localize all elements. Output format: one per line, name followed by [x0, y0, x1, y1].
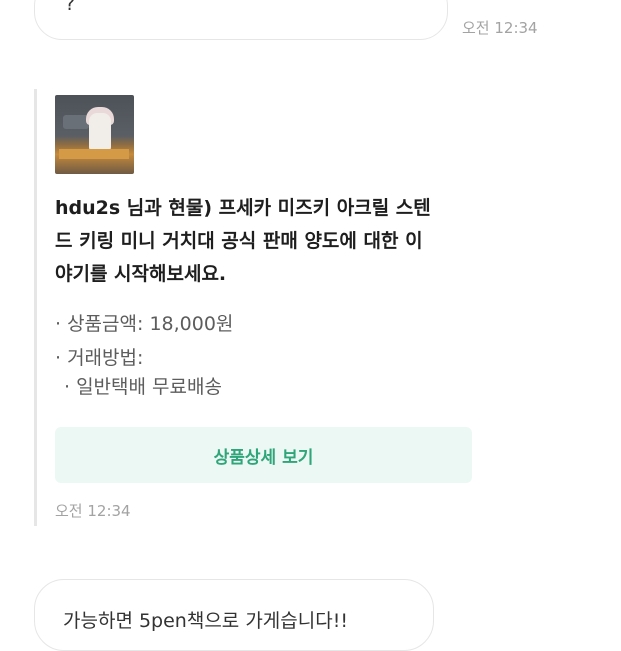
- message-bubble: ?: [34, 0, 448, 40]
- title-line: 드 키링 미니 거치대 공식 판매 양도에 대한 이: [55, 230, 423, 252]
- message-text: ?: [65, 0, 76, 15]
- view-product-detail-button[interactable]: 상품상세 보기: [55, 427, 472, 483]
- card-timestamp: 오전 12:34: [55, 502, 131, 520]
- title-line: hdu2s 님과 현물) 프세카 미즈키 아크릴 스텐: [55, 197, 431, 219]
- message-bubble: 가능하면 5pen책으로 가게습니다!!: [34, 579, 434, 651]
- title-line: 야기를 시작해보세요.: [55, 263, 227, 285]
- trade-method-label: · 거래방법:: [55, 347, 144, 369]
- message-timestamp: 오전 12:34: [462, 19, 538, 37]
- thumbnail-stand: [59, 149, 129, 159]
- product-title: hdu2s 님과 현물) 프세카 미즈키 아크릴 스텐 드 키링 미니 거치대 …: [55, 192, 485, 291]
- message-text: 가능하면 5pen책으로 가게습니다!!: [63, 610, 348, 632]
- product-price: · 상품금액: 18,000원: [55, 313, 234, 335]
- product-thumbnail[interactable]: [55, 95, 134, 174]
- thumbnail-figure: [89, 113, 111, 153]
- trade-method-value: · 일반택배 무료배송: [64, 376, 222, 398]
- card-left-border: [34, 89, 37, 526]
